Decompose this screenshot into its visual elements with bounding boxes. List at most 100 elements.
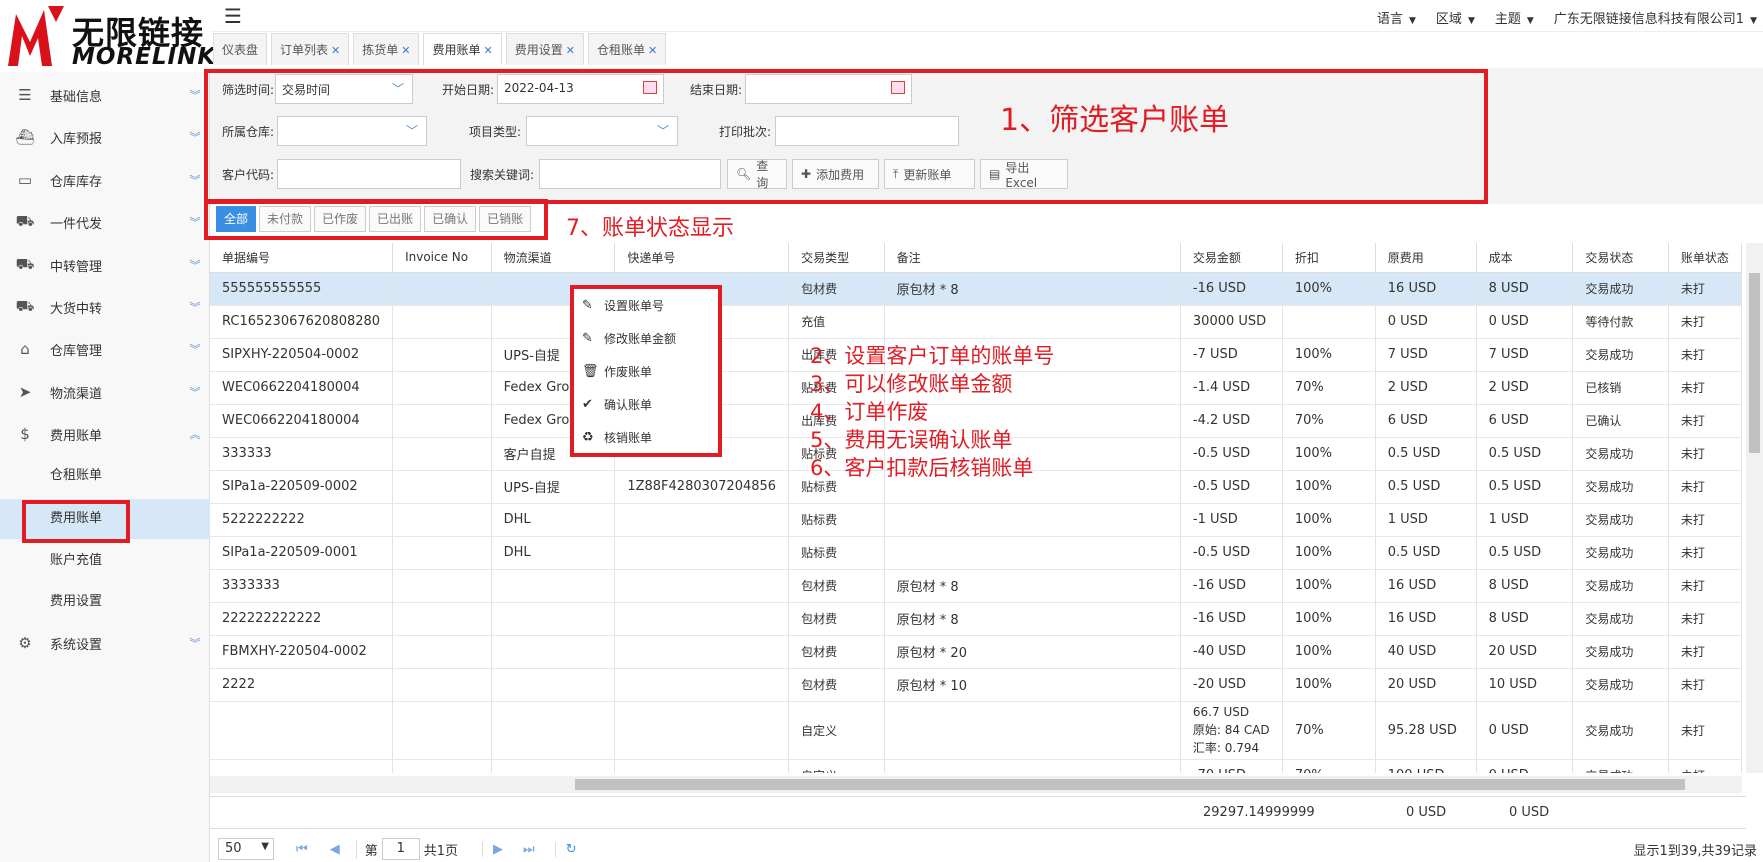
close-icon[interactable]: ✕	[401, 44, 410, 57]
table-cell: 100%	[1282, 338, 1376, 372]
horizontal-scrollbar[interactable]	[210, 776, 1742, 793]
top-menu-2[interactable]: 主题 ▼	[1495, 8, 1534, 27]
column-header[interactable]: 成本	[1476, 243, 1574, 273]
annotation-5: 5、费用无误确认账单	[810, 428, 1013, 452]
column-header[interactable]: 快递单号	[614, 243, 790, 273]
column-header[interactable]: 交易类型	[788, 243, 885, 273]
table-cell: SIPXHY-220504-0002	[210, 338, 394, 372]
column-header[interactable]: 交易状态	[1572, 243, 1669, 273]
scroll-thumb[interactable]	[575, 779, 1685, 790]
table-cell: 70%	[1282, 701, 1376, 760]
table-row[interactable]: 5222222222 DHL 贴标费 -1 USD 100% 1 USD 1 USD 交易成功…	[210, 503, 1742, 537]
sidebar-menu-7[interactable]: ➤ 物流渠道 ︾	[0, 371, 210, 413]
tab-4[interactable]: 费用设置 ✕	[505, 33, 584, 65]
tab-0[interactable]: 仪表盘	[213, 33, 268, 65]
column-header[interactable]: 交易金额	[1180, 243, 1283, 273]
first-page-icon[interactable]: ⏮	[296, 842, 308, 857]
prev-page-icon[interactable]: ◀	[330, 842, 340, 857]
column-header[interactable]: 物流渠道	[491, 243, 616, 273]
table-cell: 贴标费	[788, 536, 885, 570]
sidebar-menu-system[interactable]: ⚙ 系统设置 ︾	[0, 622, 210, 664]
context-menu-item-0[interactable]: ✎ 设置账单号	[574, 289, 718, 322]
table-cell: 5222222222	[210, 503, 394, 537]
sidebar-menu-5[interactable]: ⛟ 大货中转 ︾	[0, 286, 210, 328]
table-row[interactable]: 3333333 包材费 原包材 * 8 -16 USD 100% 16 USD 8 USD 交…	[210, 569, 1742, 603]
close-icon[interactable]: ✕	[331, 44, 340, 57]
table-cell: -1.4 USD	[1180, 371, 1283, 405]
column-header[interactable]: 折扣	[1282, 243, 1376, 273]
table-cell: -1 USD	[1180, 503, 1283, 537]
context-menu-label: 作废账单	[604, 365, 653, 379]
tab-label: 仪表盘	[222, 43, 259, 57]
table-row[interactable]: RC16523067620808280 充值 30000 USD 0 USD 0 USD…	[210, 305, 1742, 339]
column-header[interactable]: 原费用	[1375, 243, 1477, 273]
sidebar-submenu-2[interactable]: 账户充值	[0, 541, 210, 581]
sidebar-menu-6[interactable]: ⌂ 仓库管理 ︾	[0, 328, 210, 370]
table-row[interactable]: 自定义 -70 USD70%100 USD0 USD交易成功未打	[210, 759, 1742, 773]
top-menu-1[interactable]: 区域 ▼	[1436, 8, 1475, 27]
table-cell: 未打	[1668, 272, 1742, 306]
table-cell: 自定义	[788, 759, 885, 773]
footer-orig: 0 USD	[1406, 805, 1447, 820]
context-menu-label: 确认账单	[604, 398, 653, 412]
table-cell: 未打	[1668, 305, 1742, 339]
table-cell	[392, 635, 492, 669]
sidebar-menu-2[interactable]: ▭ 仓库库存 ︾	[0, 159, 210, 201]
table-cell: 100%	[1282, 437, 1376, 471]
page-size-select[interactable]: 50 ▼	[218, 838, 274, 860]
table-cell: 等待付款	[1572, 305, 1669, 339]
table-row[interactable]: 2222 包材费 原包材 * 10 -20 USD 100% 20 USD 10 USD 交易…	[210, 668, 1742, 702]
table-cell: 包材费	[788, 668, 885, 702]
sidebar-menu-8[interactable]: $ 费用账单 ︽	[0, 413, 210, 455]
table-row[interactable]: 自定义 66.7 USD 原始: 84 CAD 汇率: 0.794 70% 95.28 U…	[210, 701, 1742, 760]
table-cell	[392, 404, 492, 438]
table-row[interactable]: 222222222222 包材费 原包材 * 8 -16 USD 100% 16 USD 8…	[210, 602, 1742, 636]
close-icon[interactable]: ✕	[484, 44, 493, 57]
tab-1[interactable]: 订单列表 ✕	[271, 33, 350, 65]
table-cell: -16 USD	[1180, 569, 1283, 603]
context-menu-item-4[interactable]: ♻ 核销账单	[574, 421, 718, 454]
vertical-scrollbar[interactable]	[1746, 243, 1763, 773]
close-icon[interactable]: ✕	[648, 44, 657, 57]
close-icon[interactable]: ✕	[566, 44, 575, 57]
hamburger-menu-icon[interactable]: ☰	[224, 4, 242, 28]
tab-5[interactable]: 仓租账单 ✕	[587, 33, 667, 65]
scroll-thumb[interactable]	[1749, 273, 1760, 453]
table-cell: 已确认	[1572, 404, 1669, 438]
context-menu-item-3[interactable]: ✔ 确认账单	[574, 388, 718, 421]
table-cell: 3333333	[210, 569, 394, 603]
table-cell	[392, 602, 492, 636]
column-header[interactable]: 账单状态	[1668, 243, 1742, 273]
top-menu-3[interactable]: 广东无限链接信息科技有限公司1 ▼	[1554, 8, 1757, 27]
sidebar-submenu-3[interactable]: 费用设置	[0, 582, 210, 622]
tab-3[interactable]: 费用账单 ✕	[423, 33, 502, 65]
table-cell: -16 USD	[1180, 272, 1283, 306]
last-page-icon[interactable]: ⏭	[523, 842, 535, 857]
table-row[interactable]: 555555555555 包材费 原包材 * 8 -16 USD 100% 16 USD 8…	[210, 272, 1742, 306]
column-header[interactable]: Invoice No	[392, 243, 492, 273]
sidebar-menu-0[interactable]: ☰ 基础信息 ︾	[0, 74, 210, 116]
next-page-icon[interactable]: ▶	[482, 841, 503, 857]
table-row[interactable]: FBMXHY-220504-0002 包材费 原包材 * 20 -40 USD 100%…	[210, 635, 1742, 669]
table-cell: 100%	[1282, 569, 1376, 603]
table-cell: 包材费	[788, 602, 885, 636]
tab-2[interactable]: 拣货单 ✕	[353, 33, 420, 65]
column-header[interactable]: 备注	[884, 243, 1181, 273]
sidebar-menu-3[interactable]: ⛟ 一件代发 ︾	[0, 201, 210, 243]
table-cell	[884, 503, 1181, 537]
table-cell: 100%	[1282, 272, 1376, 306]
sidebar-menu-4[interactable]: ⛟ 中转管理 ︾	[0, 244, 210, 286]
context-menu-item-2[interactable]: 🗑 作废账单	[574, 355, 718, 388]
page-number-input[interactable]: 1	[381, 838, 420, 860]
table-cell: -40 USD	[1180, 635, 1283, 669]
sidebar-submenu-0[interactable]: 仓租账单	[0, 456, 210, 496]
table-cell: 未打	[1668, 437, 1742, 471]
table-cell: 8 USD	[1476, 272, 1574, 306]
context-menu-item-1[interactable]: ✎ 修改账单金额	[574, 322, 718, 355]
top-menu-0[interactable]: 语言 ▼	[1377, 8, 1416, 27]
refresh-icon[interactable]: ↻	[554, 841, 577, 857]
table-row[interactable]: SIPa1a-220509-0001 DHL 贴标费 -0.5 USD 100% 0.5 …	[210, 536, 1742, 570]
sidebar-menu-1[interactable]: ⛴ 入库预报 ︾	[0, 116, 210, 158]
table-cell: 原包材 * 8	[884, 569, 1181, 603]
column-header[interactable]: 单据编号	[210, 243, 394, 273]
